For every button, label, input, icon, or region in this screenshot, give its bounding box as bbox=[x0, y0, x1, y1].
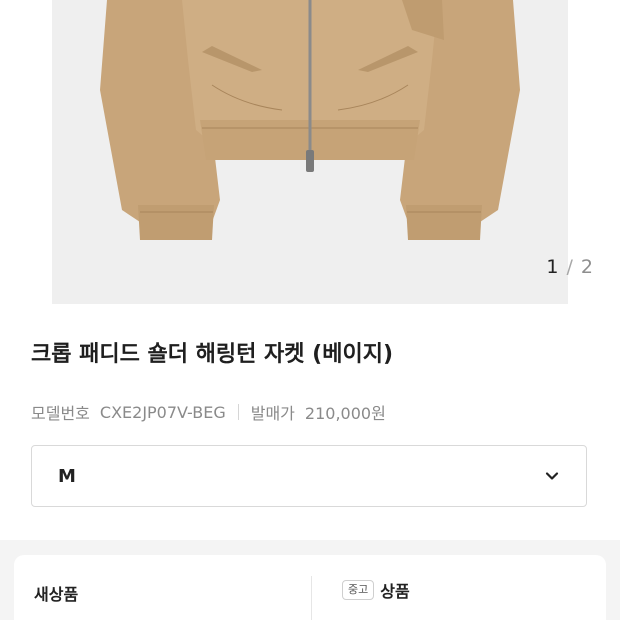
image-pager: 1 / 2 bbox=[546, 256, 594, 278]
tab-used-product[interactable]: 중고 상품 bbox=[342, 578, 410, 602]
release-price-value: 210,000원 bbox=[304, 404, 386, 423]
product-title: 크롭 패디드 숄더 해링턴 자켓 (베이지) bbox=[31, 342, 394, 367]
product-image bbox=[52, 0, 568, 304]
left-cuff bbox=[138, 205, 214, 240]
model-number-value: CXE2JP07V-BEG bbox=[99, 402, 226, 422]
pager-separator: / bbox=[566, 256, 574, 278]
tab-new-product[interactable]: 새상품 bbox=[34, 581, 78, 605]
used-badge: 중고 bbox=[342, 580, 375, 600]
tab-divider bbox=[311, 576, 312, 620]
right-cuff bbox=[406, 205, 482, 240]
jacket-illustration bbox=[100, 0, 520, 240]
used-tab-label: 상품 bbox=[380, 582, 410, 601]
product-detail-page: 1 / 2 크롭 패디드 숄더 해링턴 자켓 (베이지) 모델번호 CXE2JP… bbox=[0, 0, 620, 620]
condition-tabs-panel bbox=[14, 555, 606, 620]
product-image-gallery[interactable]: 1 / 2 bbox=[0, 0, 620, 304]
pager-current: 1 bbox=[546, 256, 560, 278]
release-price-label: 발매가 bbox=[250, 404, 295, 423]
model-number-label: 모델번호 bbox=[31, 404, 90, 423]
size-select-value: M bbox=[58, 465, 76, 487]
pager-total: 2 bbox=[580, 256, 594, 278]
zipper-pull bbox=[306, 150, 314, 172]
product-meta: 모델번호 CXE2JP07V-BEG 발매가 210,000원 bbox=[31, 400, 386, 424]
meta-divider bbox=[237, 404, 239, 420]
size-select[interactable]: M bbox=[31, 445, 587, 507]
chevron-down-icon bbox=[545, 472, 559, 480]
